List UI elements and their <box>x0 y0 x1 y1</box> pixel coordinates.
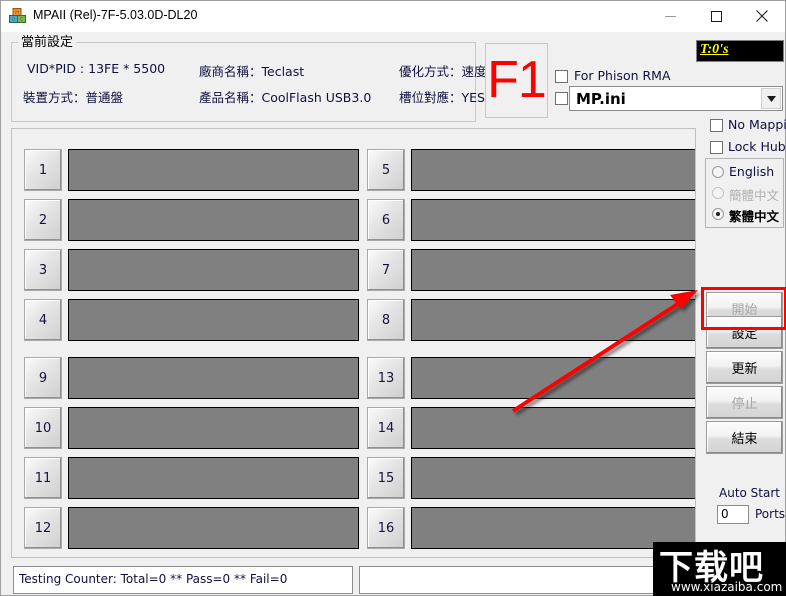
ini-file-combobox[interactable]: MP.ini <box>569 86 783 111</box>
close-button[interactable] <box>739 1 785 31</box>
ports-label: Ports <box>755 507 786 521</box>
slot-number-button-3[interactable]: 3 <box>24 249 62 291</box>
radio-icon <box>712 166 724 178</box>
minimize-button[interactable] <box>647 1 693 31</box>
title-bar: H O C MPAII (Rel)-7F-5.03.0D-DL20 <box>1 1 785 32</box>
maximize-icon <box>710 10 722 22</box>
config-button[interactable]: 設定 <box>706 316 783 349</box>
slot-number-button-12[interactable]: 12 <box>24 507 62 549</box>
time-counter-display: T:0's <box>696 40 784 62</box>
slot-progress-bar-10 <box>68 407 359 449</box>
slot-progress-bar-13 <box>411 357 695 399</box>
slot-progress-bar-11 <box>68 457 359 499</box>
slot-number-button-8[interactable]: 8 <box>367 299 405 341</box>
update-button[interactable]: 更新 <box>706 351 783 384</box>
radio-icon <box>712 187 724 199</box>
language-group: English 簡體中文 繁體中文 <box>705 158 784 228</box>
for-phison-rma-label: For Phison RMA <box>574 68 671 83</box>
lock-hub-label: Lock Hub <box>728 139 786 154</box>
lock-hub-checkbox[interactable] <box>710 141 723 154</box>
slot-number-button-14[interactable]: 14 <box>367 407 405 449</box>
slot-number-button-13[interactable]: 13 <box>367 357 405 399</box>
slot-number-button-4[interactable]: 4 <box>24 299 62 341</box>
svg-text:C: C <box>20 17 24 23</box>
language-label-traditional-chinese: 繁體中文 <box>729 209 780 224</box>
no-mapping-checkbox[interactable] <box>710 119 723 132</box>
slot-mapping-label: 槽位對應：YES <box>399 90 485 105</box>
slot-number-button-11[interactable]: 11 <box>24 457 62 499</box>
slot-number-button-16[interactable]: 16 <box>367 507 405 549</box>
f1-indicator-box: F1 <box>485 43 548 118</box>
for-phison-rma-checkbox[interactable] <box>555 70 568 83</box>
slot-number-button-7[interactable]: 7 <box>367 249 405 291</box>
device-slot-panel: 1 2 3 4 9 10 11 12 5 6 7 8 13 14 15 16 <box>11 128 696 558</box>
exit-button[interactable]: 結束 <box>706 421 783 454</box>
vid-pid-label: VID*PID : 13FE * 5500 <box>27 61 166 76</box>
slot-number-button-2[interactable]: 2 <box>24 199 62 241</box>
slot-progress-bar-14 <box>411 407 695 449</box>
auto-start-label: Auto Start <box>719 486 780 500</box>
site-watermark: 下载吧 www.xiazaiba.com <box>653 542 786 596</box>
slot-progress-bar-8 <box>411 299 695 341</box>
slot-progress-bar-7 <box>411 249 695 291</box>
window-title: MPAII (Rel)-7F-5.03.0D-DL20 <box>33 8 198 22</box>
slot-progress-bar-9 <box>68 357 359 399</box>
slot-progress-bar-12 <box>68 507 359 549</box>
close-icon <box>756 10 768 22</box>
current-settings-group <box>11 42 476 122</box>
slot-progress-bar-3 <box>68 249 359 291</box>
time-counter-value: T:0's <box>700 42 729 57</box>
product-name-label: 產品名稱：CoolFlash USB3.0 <box>199 90 372 105</box>
device-type-label: 裝置方式：普通盤 <box>23 90 124 105</box>
mpall-application-window: H O C MPAII (Rel)-7F-5.03.0D-DL20 當前設定 V… <box>0 0 786 596</box>
stop-button[interactable]: 停止 <box>706 386 783 419</box>
vendor-name-label: 廠商名稱：Teclast <box>199 64 305 79</box>
watermark-url: www.xiazaiba.com <box>671 580 783 594</box>
testing-counter-text: Testing Counter: Total=0 ** Pass=0 ** Fa… <box>19 572 288 586</box>
chevron-down-icon[interactable] <box>761 88 781 109</box>
slot-number-button-10[interactable]: 10 <box>24 407 62 449</box>
minimize-icon <box>664 15 676 17</box>
slot-number-button-15[interactable]: 15 <box>367 457 405 499</box>
slot-number-button-9[interactable]: 9 <box>24 357 62 399</box>
slot-number-button-5[interactable]: 5 <box>367 149 405 191</box>
slot-number-button-1[interactable]: 1 <box>24 149 62 191</box>
current-settings-legend: 當前設定 <box>18 35 77 50</box>
optimize-mode-label: 優化方式：速度優 <box>399 64 500 79</box>
slot-progress-bar-5 <box>411 149 695 191</box>
maximize-button[interactable] <box>693 1 739 31</box>
slot-progress-bar-2 <box>68 199 359 241</box>
radio-icon-selected <box>712 208 724 220</box>
slot-progress-bar-4 <box>68 299 359 341</box>
slot-progress-bar-1 <box>68 149 359 191</box>
f1-indicator-label: F1 <box>487 50 547 109</box>
svg-text:O: O <box>12 17 16 23</box>
language-label-simplified-chinese: 簡體中文 <box>729 188 780 203</box>
app-blocks-icon: H O C <box>9 8 26 23</box>
slot-progress-bar-6 <box>411 199 695 241</box>
slot-progress-bar-15 <box>411 457 695 499</box>
testing-counter-panel: Testing Counter: Total=0 ** Pass=0 ** Fa… <box>13 566 353 594</box>
status-right-panel <box>359 566 699 594</box>
ini-file-value: MP.ini <box>576 90 626 108</box>
ports-input[interactable]: 0 <box>717 505 749 524</box>
no-mapping-label: No Mapping <box>728 117 786 132</box>
ini-enable-checkbox[interactable] <box>555 92 568 105</box>
slot-number-button-6[interactable]: 6 <box>367 199 405 241</box>
language-label-english: English <box>729 164 775 179</box>
